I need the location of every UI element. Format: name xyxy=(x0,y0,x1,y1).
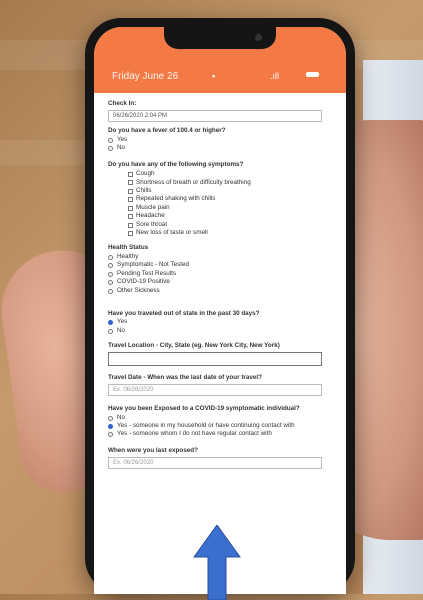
radio-button-selected[interactable] xyxy=(108,320,113,326)
option-label: Yes - someone whom I do not have regular… xyxy=(117,430,272,438)
symptom-loss-of-taste[interactable]: New loss of taste or smell xyxy=(128,229,336,237)
travel-question: Have you traveled out of state in the pa… xyxy=(108,309,260,317)
option-label: No xyxy=(117,326,126,334)
checkbox[interactable] xyxy=(128,197,133,203)
health-option-healthy[interactable]: Healthy xyxy=(108,252,336,261)
checkbox[interactable] xyxy=(128,172,133,178)
symptom-sore-throat[interactable]: Sore throat xyxy=(128,220,336,229)
exposed-option-irregular[interactable]: Yes - someone whom I do not have regular… xyxy=(108,430,336,438)
symptoms-list: Cough Shortness of breath or difficulty … xyxy=(128,170,336,237)
checkbox[interactable] xyxy=(128,188,133,194)
travel-location-input[interactable] xyxy=(108,351,322,366)
travel-date-input[interactable]: Ex. 06/26/2020 xyxy=(108,383,322,396)
checkbox[interactable] xyxy=(128,222,133,228)
exposed-option-no[interactable]: No xyxy=(108,413,336,422)
symptom-chills[interactable]: Chills xyxy=(128,186,336,195)
fever-option-no[interactable]: No xyxy=(108,144,336,152)
option-label: Yes xyxy=(117,135,128,143)
option-label: Muscle pain xyxy=(136,203,170,211)
checkbox[interactable] xyxy=(128,205,133,211)
radio-button[interactable] xyxy=(108,280,113,286)
radio-button[interactable] xyxy=(108,328,113,334)
option-label: Yes - someone in my household or have co… xyxy=(117,421,295,429)
radio-button[interactable] xyxy=(108,254,113,260)
symptoms-question: Do you have any of the following symptom… xyxy=(108,161,244,169)
checkbox[interactable] xyxy=(128,214,133,220)
option-label: Healthy xyxy=(117,252,139,260)
camera-icon xyxy=(255,34,262,41)
health-status-question: Health Status xyxy=(108,243,149,251)
phone-notch xyxy=(164,27,276,49)
last-exposed-label: When were you last exposed? xyxy=(108,447,198,455)
signal-icon: .ıll xyxy=(270,71,279,81)
radio-button-selected[interactable] xyxy=(108,423,113,429)
pointer-arrow-icon xyxy=(193,525,241,600)
health-option-pending[interactable]: Pending Test Results xyxy=(108,269,336,278)
option-label: No xyxy=(117,413,126,421)
symptom-shortness-of-breath[interactable]: Shortness of breath or difficulty breath… xyxy=(128,178,336,187)
option-label: Other Sickness xyxy=(117,286,160,294)
radio-button[interactable] xyxy=(108,415,113,421)
checkin-label: Check In: xyxy=(108,100,137,107)
last-exposed-input[interactable]: Ex. 06/26/2020 xyxy=(108,457,322,470)
option-label: Repeated shaking with chills xyxy=(136,195,216,203)
wifi-icon: ▪ xyxy=(212,71,216,81)
checkbox[interactable] xyxy=(128,231,133,237)
symptom-shaking[interactable]: Repeated shaking with chills xyxy=(128,195,336,203)
option-label: Yes xyxy=(117,318,128,326)
radio-button[interactable] xyxy=(108,146,113,152)
option-label: COVID-19 Positive xyxy=(117,278,170,286)
option-label: Pending Test Results xyxy=(117,269,177,277)
radio-button[interactable] xyxy=(108,271,113,277)
travel-option-no[interactable]: No xyxy=(108,326,336,335)
symptom-muscle-pain[interactable]: Muscle pain xyxy=(128,203,336,212)
phone-screen: Friday June 26 ▪ .ıll Check In: 06/26/20… xyxy=(94,27,346,594)
symptom-headache[interactable]: Headache xyxy=(128,212,336,220)
option-label: New loss of taste or smell xyxy=(136,229,208,237)
symptom-cough[interactable]: Cough xyxy=(128,170,336,178)
health-option-other[interactable]: Other Sickness xyxy=(108,286,336,295)
option-label: Chills xyxy=(136,186,152,194)
radio-button[interactable] xyxy=(108,432,113,438)
health-option-positive[interactable]: COVID-19 Positive xyxy=(108,278,336,286)
health-option-symptomatic[interactable]: Symptomatic - Not Tested xyxy=(108,261,336,269)
option-label: No xyxy=(117,144,126,152)
fever-question: Do you have a fever of 100.4 or higher? xyxy=(108,126,226,134)
exposed-option-household[interactable]: Yes - someone in my household or have co… xyxy=(108,421,336,430)
option-label: Cough xyxy=(136,170,155,178)
phone-device: Friday June 26 ▪ .ıll Check In: 06/26/20… xyxy=(85,18,355,594)
travel-option-yes[interactable]: Yes xyxy=(108,319,336,326)
travel-date-label: Travel Date - When was the last date of … xyxy=(108,373,262,381)
radio-button[interactable] xyxy=(108,263,113,269)
screening-form: Check In: 06/26/2020 2:04 PM Do you have… xyxy=(108,95,336,470)
travel-location-label: Travel Location - City, State (eg. New Y… xyxy=(108,341,280,349)
exposed-question: Have you been Exposed to a COVID-19 symp… xyxy=(108,404,300,412)
checkbox[interactable] xyxy=(128,180,133,186)
option-label: Symptomatic - Not Tested xyxy=(117,261,189,269)
option-label: Shortness of breath or difficulty breath… xyxy=(136,178,251,186)
option-label: Sore throat xyxy=(136,220,168,228)
status-date: Friday June 26 xyxy=(112,71,179,82)
radio-button[interactable] xyxy=(108,137,113,143)
radio-button[interactable] xyxy=(108,288,113,294)
fever-option-yes[interactable]: Yes xyxy=(108,135,336,144)
checkin-input[interactable]: 06/26/2020 2:04 PM xyxy=(108,109,322,122)
battery-icon xyxy=(306,72,319,77)
option-label: Headache xyxy=(136,212,165,220)
